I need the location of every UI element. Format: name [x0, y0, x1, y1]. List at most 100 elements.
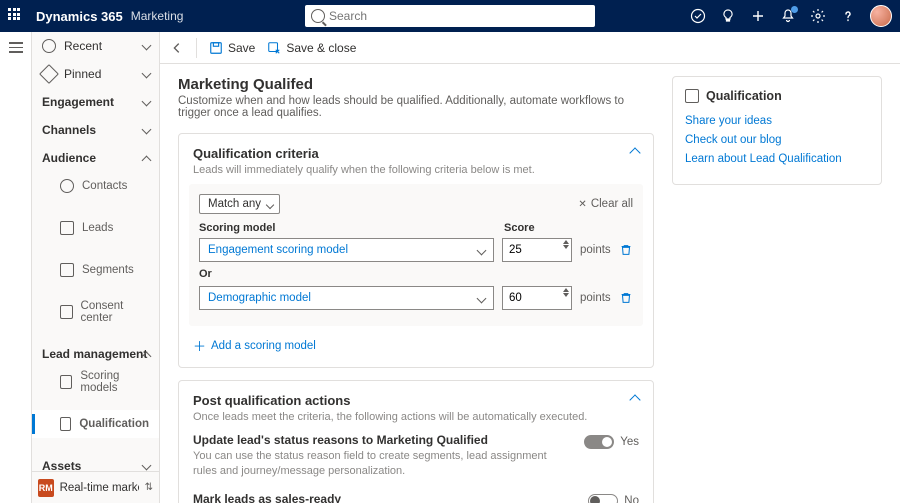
nav-label: Pinned [64, 67, 101, 81]
app-launcher-icon[interactable] [8, 8, 24, 24]
or-label: Or [199, 268, 633, 280]
search-input[interactable] [305, 5, 595, 27]
nav-label: Recent [64, 39, 102, 53]
avatar[interactable] [870, 5, 892, 27]
actions-desc: Once leads meet the criteria, the follow… [193, 411, 639, 423]
actions-title: Post qualification actions [193, 393, 639, 408]
clear-all-button[interactable]: Clear all [578, 198, 633, 210]
nav-lead-mgmt[interactable]: Lead management [32, 340, 159, 368]
action-title: Update lead's status reasons to Marketin… [193, 433, 569, 447]
chevron-down-icon [143, 42, 151, 50]
hamburger-icon[interactable] [9, 42, 23, 53]
back-button[interactable] [170, 41, 184, 55]
criteria-desc: Leads will immediately qualify when the … [193, 164, 639, 176]
nav-audience[interactable]: Audience [32, 144, 159, 172]
settings-icon[interactable] [810, 8, 826, 24]
notifications-icon[interactable] [780, 8, 796, 24]
match-label: Match any [208, 198, 261, 210]
match-dropdown[interactable]: Match any [199, 194, 280, 214]
action-title: Mark leads as sales-ready [193, 492, 569, 503]
lightbulb-icon[interactable] [720, 8, 736, 24]
area-label: Real-time marketi… [60, 482, 139, 494]
model-value: Engagement scoring model [208, 244, 348, 256]
assistant-icon[interactable] [690, 8, 706, 24]
header-model: Scoring model [199, 222, 494, 234]
nav-label: Leads [82, 222, 113, 234]
top-actions [690, 5, 892, 27]
clock-icon [42, 39, 56, 53]
toggle-status[interactable] [584, 435, 614, 449]
help-icon[interactable] [840, 8, 856, 24]
nav-consent[interactable]: Consent center [32, 298, 159, 326]
action-update-status: Update lead's status reasons to Marketin… [193, 433, 639, 480]
criteria-row: Engagement scoring model points [199, 238, 633, 262]
toggle-sales[interactable] [588, 494, 618, 503]
link-blog[interactable]: Check out our blog [685, 134, 869, 146]
nav-label: Segments [82, 264, 134, 276]
consent-icon [60, 305, 73, 319]
search-wrap [305, 5, 595, 27]
nav-channels[interactable]: Channels [32, 116, 159, 144]
delete-icon[interactable] [619, 291, 633, 305]
chevron-down-icon [143, 462, 151, 470]
nav-footer[interactable]: RM Real-time marketi… ⇅ [32, 471, 159, 503]
lead-icon [60, 221, 74, 235]
actions-card: Post qualification actions Once leads me… [178, 380, 654, 503]
chevron-up-icon [143, 154, 151, 162]
nav-engagement[interactable]: Engagement [32, 88, 159, 116]
scoring-icon [60, 375, 72, 389]
nav-label: Qualification [79, 418, 149, 430]
nav-contacts[interactable]: Contacts [32, 172, 159, 200]
spinner[interactable] [563, 240, 569, 249]
collapse-toggle[interactable] [631, 146, 641, 156]
nav-qualification[interactable]: Qualification [32, 410, 159, 438]
nav-label: Consent center [81, 300, 149, 324]
page-title: Marketing Qualifed [178, 76, 654, 93]
model-dropdown[interactable]: Demographic model [199, 286, 494, 310]
contact-icon [60, 179, 74, 193]
close-icon [578, 198, 586, 210]
nav-label: Scoring models [80, 370, 149, 394]
search-icon [311, 9, 325, 23]
nav-pinned[interactable]: Pinned [32, 60, 159, 88]
nav-scoring-models[interactable]: Scoring models [32, 368, 159, 396]
add-icon[interactable] [750, 8, 766, 24]
brand: Dynamics 365 [36, 9, 123, 24]
points-label: points [580, 292, 611, 304]
cmd-label: Save [228, 41, 255, 55]
nav-leads[interactable]: Leads [32, 214, 159, 242]
save-button[interactable]: Save [209, 41, 255, 55]
criteria-title: Qualification criteria [193, 146, 639, 161]
nav-segments[interactable]: Segments [32, 256, 159, 284]
criteria-row: Demographic model points [199, 286, 633, 310]
save-close-button[interactable]: Save & close [267, 41, 356, 55]
side-title: Qualification [685, 89, 869, 103]
delete-icon[interactable] [619, 243, 633, 257]
score-input[interactable] [502, 286, 572, 310]
qualification-icon [685, 89, 699, 103]
pin-icon [39, 64, 59, 84]
chevron-down-icon [143, 98, 151, 106]
action-sales-ready: Mark leads as sales-ready You can use th… [193, 492, 639, 503]
clear-label: Clear all [591, 198, 633, 210]
add-model-button[interactable]: ＋Add a scoring model [193, 336, 639, 355]
collapse-toggle[interactable] [631, 393, 641, 403]
add-label: Add a scoring model [211, 340, 316, 352]
model-dropdown[interactable]: Engagement scoring model [199, 238, 494, 262]
side-panel: Qualification Share your ideas Check out… [672, 76, 882, 185]
chevron-up-icon [143, 350, 151, 358]
link-share-ideas[interactable]: Share your ideas [685, 115, 869, 127]
nav-label: Contacts [82, 180, 127, 192]
link-learn[interactable]: Learn about Lead Qualification [685, 153, 869, 165]
nav-recent[interactable]: Recent [32, 32, 159, 60]
side-nav: Recent Pinned Engagement Channels Audien… [32, 32, 160, 503]
spinner[interactable] [563, 288, 569, 297]
points-label: points [580, 244, 611, 256]
score-input[interactable] [502, 238, 572, 262]
segment-icon [60, 263, 74, 277]
cmd-label: Save & close [286, 41, 356, 55]
action-desc: You can use the status reason field to c… [193, 449, 569, 480]
left-rail [0, 32, 32, 503]
updown-icon: ⇅ [145, 482, 153, 493]
nav-label: Audience [42, 151, 96, 165]
